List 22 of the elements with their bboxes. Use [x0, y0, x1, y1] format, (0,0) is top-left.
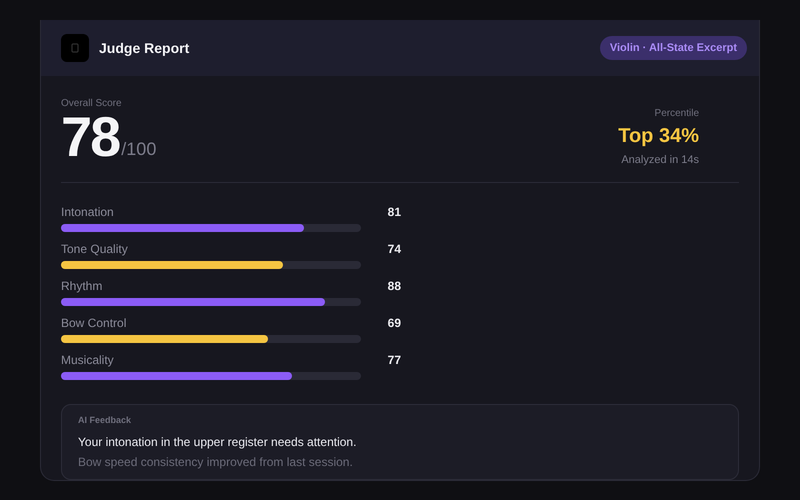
metric-name: Musicality: [61, 353, 115, 367]
metric-name: Rhythm: [61, 279, 104, 293]
percentile-value: Top 34%: [618, 125, 699, 148]
overall-score: 78: [61, 112, 120, 162]
feedback-text: Bow speed consistency improved from last session.: [78, 455, 354, 469]
metric-score: 81: [386, 205, 401, 219]
feedback-title: AI Feedback: [78, 415, 132, 425]
metric-score: 69: [386, 316, 401, 330]
score-label: Overall Score: [61, 98, 123, 110]
percentile-label: Percentile: [654, 108, 699, 119]
analysis-time: Analyzed in 14s: [621, 154, 699, 166]
metric-score: 88: [386, 279, 401, 293]
feedback-text: Your intonation in the upper register needs attention.: [78, 435, 358, 449]
metric-name: Bow Control: [61, 316, 128, 330]
metric-name: Intonation: [61, 205, 115, 219]
metric-score: 74: [386, 242, 401, 256]
metric-name: Tone Quality: [61, 242, 129, 256]
score-max: /100: [121, 139, 156, 160]
metric-score: 77: [386, 353, 401, 367]
report-title: Judge Report: [99, 40, 190, 56]
instrument-tag: Violin · All-State Excerpt: [600, 36, 747, 60]
logo-icon: [61, 34, 89, 62]
